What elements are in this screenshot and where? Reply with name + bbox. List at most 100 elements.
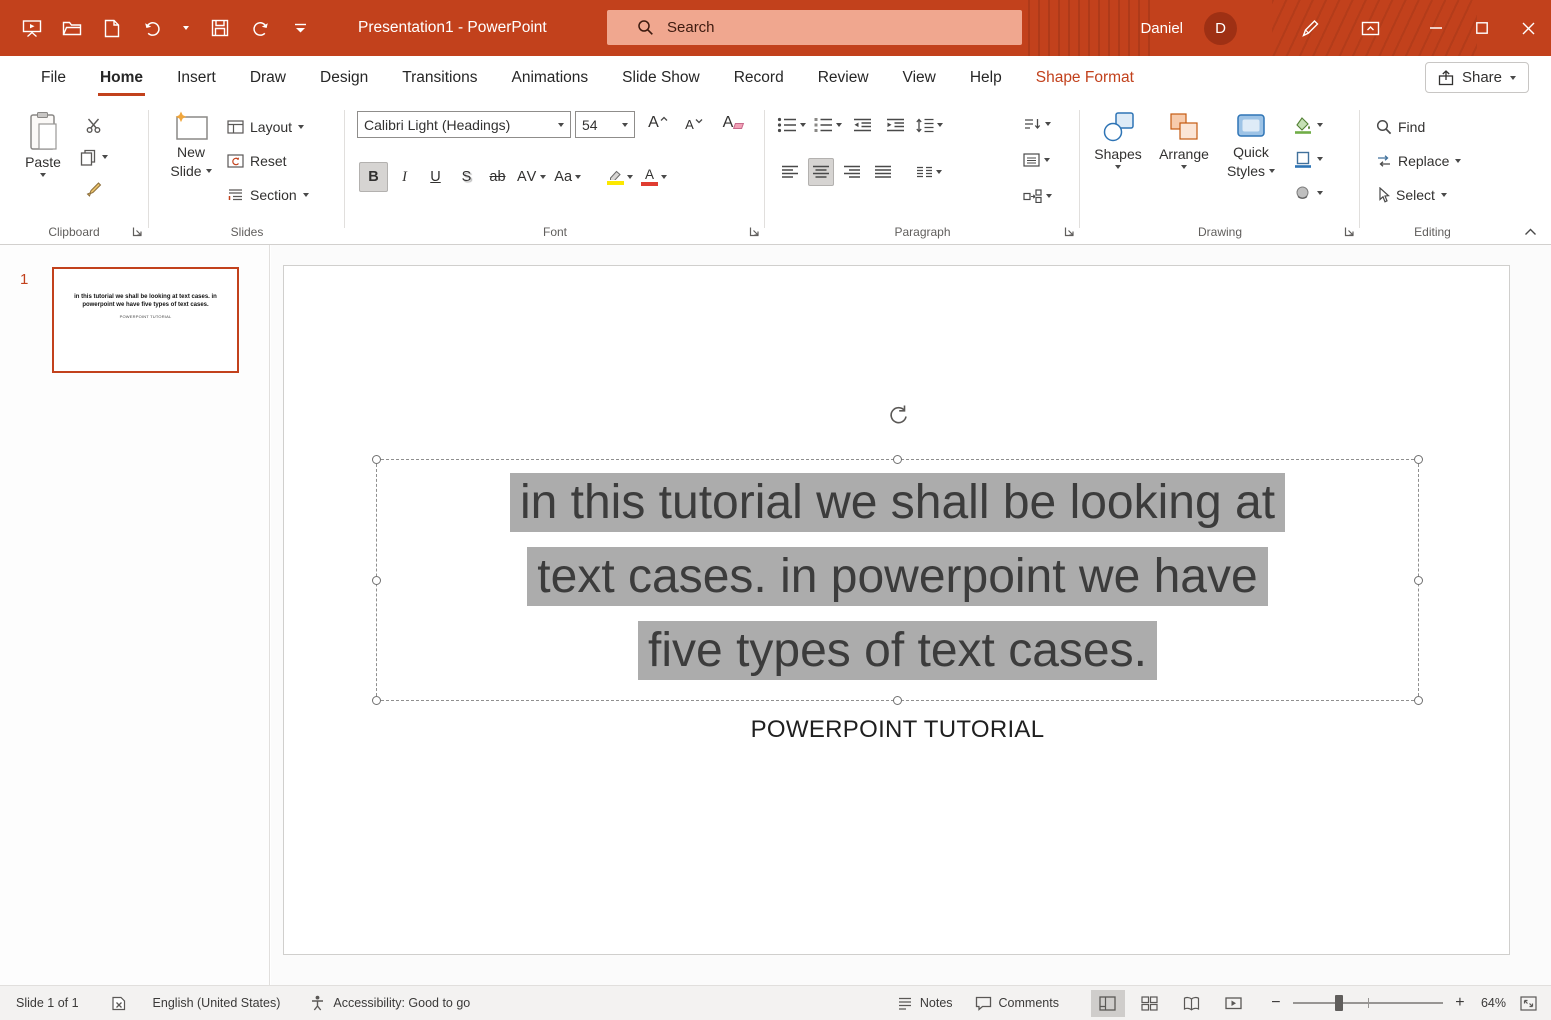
copy-button[interactable] [80, 144, 108, 170]
slide-indicator[interactable]: Slide 1 of 1 [16, 996, 79, 1010]
character-spacing-button[interactable]: AV [514, 162, 549, 192]
layout-button[interactable]: Layout [227, 114, 305, 140]
zoom-slider[interactable] [1292, 995, 1443, 1011]
tab-review[interactable]: Review [801, 56, 886, 100]
change-case-button[interactable]: Aa [551, 162, 584, 192]
normal-view-button[interactable] [1090, 989, 1125, 1017]
shape-fill-button[interactable] [1294, 112, 1323, 138]
tab-insert[interactable]: Insert [160, 56, 233, 100]
tab-home[interactable]: Home [83, 56, 160, 100]
notes-button[interactable]: Notes [897, 996, 953, 1010]
find-button[interactable]: Find [1376, 114, 1425, 140]
ribbon-display-options-icon[interactable] [1353, 11, 1387, 45]
drawing-dialog-launcher-icon[interactable] [1344, 226, 1355, 237]
start-slideshow-icon[interactable] [16, 11, 48, 45]
shape-effects-button[interactable] [1294, 180, 1323, 206]
zoom-level[interactable]: 64% [1481, 996, 1506, 1010]
tab-shape-format[interactable]: Shape Format [1019, 56, 1151, 100]
user-name[interactable]: Daniel [1140, 20, 1183, 37]
resize-handle-top-center[interactable] [893, 455, 902, 464]
clear-formatting-button[interactable]: A [717, 111, 749, 138]
slide-canvas[interactable]: in this tutorial we shall be looking at … [283, 265, 1510, 955]
format-painter-button[interactable] [80, 176, 106, 202]
font-size-combobox[interactable]: 54 [575, 111, 635, 138]
tab-record[interactable]: Record [717, 56, 801, 100]
align-center-button[interactable] [808, 158, 834, 186]
resize-handle-top-left[interactable] [372, 455, 381, 464]
redo-icon[interactable] [244, 11, 276, 45]
increase-font-size-button[interactable]: A [643, 111, 673, 138]
tab-animations[interactable]: Animations [494, 56, 605, 100]
text-shadow-button[interactable]: S [452, 162, 481, 192]
font-color-button[interactable]: A [638, 162, 670, 192]
align-right-button[interactable] [839, 158, 865, 186]
slideshow-view-button[interactable] [1217, 990, 1251, 1017]
decrease-font-size-button[interactable]: A [679, 111, 709, 138]
slide-thumbnail[interactable]: in this tutorial we shall be looking at … [52, 267, 239, 373]
slide-title-textbox[interactable]: in this tutorial we shall be looking at … [377, 466, 1418, 688]
slide-sorter-view-button[interactable] [1133, 990, 1167, 1017]
line-spacing-button[interactable] [915, 111, 943, 139]
numbering-button[interactable] [813, 111, 842, 139]
text-direction-button[interactable] [1023, 111, 1051, 137]
section-button[interactable]: Section [227, 182, 309, 208]
font-dialog-launcher-icon[interactable] [749, 226, 760, 237]
collapse-ribbon-button[interactable] [1524, 228, 1537, 236]
resize-handle-bottom-left[interactable] [372, 696, 381, 705]
customize-quick-access-icon[interactable] [284, 11, 316, 45]
tab-help[interactable]: Help [953, 56, 1019, 100]
avatar[interactable]: D [1204, 11, 1237, 45]
accessibility-status[interactable]: Accessibility: Good to go [333, 996, 470, 1010]
cut-button[interactable] [80, 112, 106, 138]
ink-pen-icon[interactable] [1293, 11, 1327, 45]
resize-handle-top-right[interactable] [1414, 455, 1423, 464]
shape-outline-button[interactable] [1294, 146, 1323, 172]
underline-button[interactable]: U [421, 162, 450, 192]
spell-check-icon[interactable] [111, 996, 127, 1011]
rotate-handle-icon[interactable] [887, 404, 910, 426]
tab-draw[interactable]: Draw [233, 56, 303, 100]
undo-icon[interactable] [136, 11, 168, 45]
justify-button[interactable] [870, 158, 896, 186]
columns-button[interactable] [916, 158, 942, 186]
maximize-button[interactable] [1459, 0, 1505, 56]
new-file-icon[interactable] [96, 11, 128, 45]
bold-button[interactable]: B [359, 162, 388, 192]
select-button[interactable]: Select [1376, 182, 1447, 208]
quick-styles-button[interactable]: Quick Styles [1220, 104, 1282, 179]
replace-button[interactable]: Replace [1376, 148, 1462, 174]
zoom-slider-thumb[interactable] [1334, 995, 1343, 1011]
tab-view[interactable]: View [886, 56, 953, 100]
zoom-in-button[interactable]: + [1451, 994, 1469, 1012]
arrange-button[interactable]: Arrange [1152, 104, 1216, 169]
share-button[interactable]: Share [1424, 62, 1529, 93]
italic-button[interactable]: I [390, 162, 419, 192]
strikethrough-button[interactable]: ab [483, 162, 512, 192]
tab-slide-show[interactable]: Slide Show [605, 56, 717, 100]
align-left-button[interactable] [777, 158, 803, 186]
textbox-selection[interactable]: in this tutorial we shall be looking at … [372, 405, 1423, 705]
paste-button[interactable]: Paste [14, 104, 72, 177]
search-input[interactable] [667, 19, 967, 36]
clipboard-dialog-launcher-icon[interactable] [132, 226, 143, 237]
minimize-button[interactable] [1413, 0, 1459, 56]
language-indicator[interactable]: English (United States) [153, 996, 281, 1010]
new-slide-button[interactable]: New Slide [159, 104, 223, 179]
resize-handle-bottom-center[interactable] [893, 696, 902, 705]
align-text-button[interactable] [1023, 147, 1050, 173]
increase-indent-button[interactable] [882, 111, 908, 139]
search-box[interactable] [607, 10, 1022, 45]
convert-to-smartart-button[interactable] [1023, 183, 1052, 209]
tab-design[interactable]: Design [303, 56, 385, 100]
slide-subtitle-text[interactable]: POWERPOINT TUTORIAL [376, 716, 1419, 744]
save-icon[interactable] [204, 11, 236, 45]
fit-to-window-button[interactable] [1520, 995, 1537, 1011]
zoom-out-button[interactable]: − [1267, 994, 1285, 1012]
decrease-indent-button[interactable] [849, 111, 875, 139]
tab-file[interactable]: File [24, 56, 83, 100]
reading-view-button[interactable] [1175, 990, 1209, 1017]
shapes-button[interactable]: Shapes [1088, 104, 1148, 169]
bullets-button[interactable] [777, 111, 806, 139]
open-file-icon[interactable] [56, 11, 88, 45]
resize-handle-bottom-right[interactable] [1414, 696, 1423, 705]
